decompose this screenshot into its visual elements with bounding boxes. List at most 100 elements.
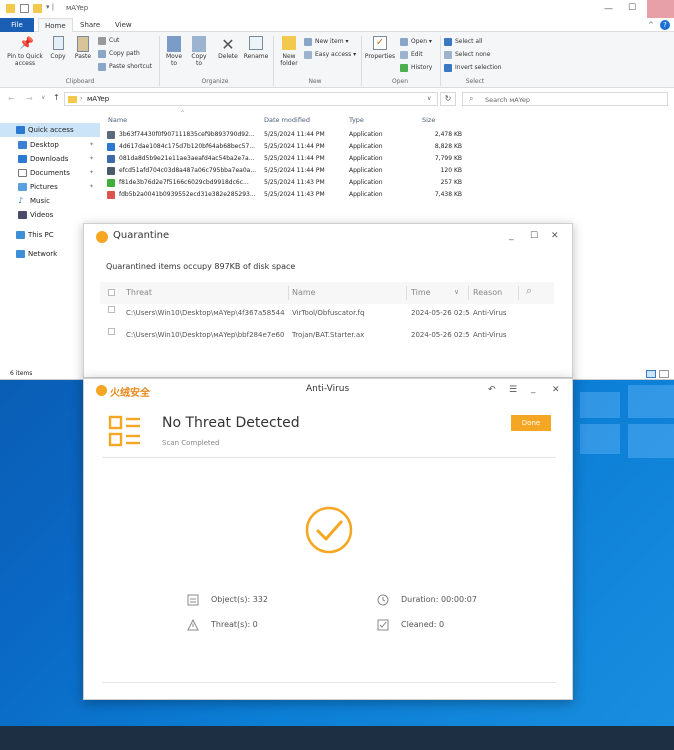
nav-network-label: Network	[28, 250, 58, 258]
item-count: 6 items	[10, 370, 33, 377]
select-all-label: Select all	[455, 38, 483, 45]
column-reason-header[interactable]: Reason	[473, 288, 502, 297]
expand-ribbon-icon[interactable]: ^	[648, 21, 654, 29]
easy-access-button[interactable]: Easy access ▾	[304, 49, 356, 60]
pin-quick-access-button[interactable]: 📌 Pin to Quick access	[4, 36, 46, 67]
ribbon-separator	[361, 36, 362, 86]
nav-pictures[interactable]: Pictures ✦	[0, 180, 100, 194]
open-button[interactable]: Open ▾	[400, 36, 432, 47]
address-field[interactable]: › мАYep ∨	[64, 92, 438, 106]
ribbon-separator	[440, 36, 441, 86]
file-type: Application	[349, 131, 383, 138]
quarantine-row[interactable]: C:\Users\Win10\Desktop\мАYep\bbf284e7e60…	[104, 328, 554, 342]
back-icon[interactable]: ↶	[488, 384, 496, 396]
tab-home[interactable]: Home	[38, 18, 73, 32]
file-row[interactable]: f81de3b76d2e7f5166c6029cbd9918dc6c... 5/2…	[106, 177, 472, 189]
row-checkbox[interactable]	[108, 328, 115, 335]
select-all-checkbox[interactable]	[108, 289, 115, 296]
nav-quick-access[interactable]: Quick access	[0, 123, 100, 137]
file-type: Application	[349, 143, 383, 150]
up-arrow-icon[interactable]: ↑	[53, 93, 60, 102]
recent-dropdown-icon[interactable]: ∨	[41, 94, 45, 101]
copy-path-button[interactable]: Copy path	[98, 48, 140, 59]
divider	[102, 457, 556, 458]
large-icons-view-icon[interactable]	[659, 370, 669, 378]
minimize-icon[interactable]: _	[531, 383, 536, 395]
new-folder-icon[interactable]	[33, 4, 42, 13]
cut-button[interactable]: Cut	[98, 35, 119, 46]
invert-selection-button[interactable]: Invert selection	[444, 62, 502, 73]
windows-logo-pane	[628, 385, 674, 418]
details-view-icon[interactable]	[646, 370, 656, 378]
column-name-header[interactable]: Name	[292, 288, 316, 297]
properties-icon[interactable]	[20, 4, 29, 13]
column-threat-header[interactable]: Threat	[126, 288, 152, 297]
maximize-icon[interactable]: ☐	[628, 2, 636, 14]
quarantine-row[interactable]: C:\Users\Win10\Desktop\мАYep\4f367a58544…	[104, 306, 554, 320]
file-size: 7,438 KB	[434, 191, 462, 198]
done-button[interactable]: Done	[511, 415, 551, 431]
edit-button[interactable]: Edit	[400, 49, 423, 60]
select-all-button[interactable]: Select all	[444, 36, 482, 47]
help-icon[interactable]: ?	[660, 20, 670, 30]
forward-arrow-icon[interactable]: →	[26, 94, 33, 103]
close-button[interactable]	[647, 0, 674, 18]
search-field[interactable]: ⌕ Search мАYep	[462, 92, 668, 106]
file-row[interactable]: fdb5b2a0041b0939552ecd31e382e285293... 5/…	[106, 189, 472, 201]
maximize-icon[interactable]: ☐	[530, 230, 538, 242]
file-date: 5/25/2024 11:44 PM	[264, 155, 325, 162]
tab-view[interactable]: View	[109, 18, 138, 32]
select-none-icon	[444, 51, 452, 59]
address-dropdown-icon[interactable]: ∨	[427, 95, 431, 102]
menu-icon[interactable]: ☰	[509, 384, 517, 396]
close-icon[interactable]: ✕	[551, 230, 559, 242]
column-divider	[288, 286, 289, 300]
windows-logo-pane	[580, 424, 620, 454]
application-icon	[107, 131, 115, 139]
new-item-button[interactable]: New item ▾	[304, 36, 348, 47]
rename-button[interactable]: Rename	[242, 36, 270, 60]
folder-icon	[68, 96, 77, 103]
copy-button[interactable]: Copy	[48, 36, 68, 60]
sort-dropdown-icon[interactable]: ∨	[454, 288, 459, 296]
customize-toolbar-icon[interactable]: ▾ |	[46, 3, 54, 11]
copy-path-label: Copy path	[109, 50, 140, 57]
properties-button[interactable]: ✓ Properties	[364, 36, 396, 60]
refresh-icon[interactable]: ↻	[440, 92, 456, 106]
tab-file[interactable]: File	[0, 18, 34, 32]
nav-desktop[interactable]: Desktop ✦	[0, 138, 100, 152]
move-to-button[interactable]: Move to	[163, 36, 185, 67]
minimize-icon[interactable]: —	[604, 3, 613, 15]
file-row[interactable]: efcd51afd704c03d8a487a06c795bba7ea0a... 5…	[106, 165, 472, 177]
column-name-header[interactable]: Name	[108, 116, 127, 124]
nav-documents[interactable]: Documents ✦	[0, 166, 100, 180]
column-size-header[interactable]: Size	[422, 116, 435, 124]
taskbar[interactable]	[0, 726, 674, 750]
minimize-icon[interactable]: _	[509, 230, 514, 242]
new-folder-button[interactable]: New folder	[276, 36, 302, 67]
copy-to-button[interactable]: Copy to	[188, 36, 210, 67]
delete-button[interactable]: ✕ Delete	[216, 36, 240, 60]
select-none-button[interactable]: Select none	[444, 49, 490, 60]
column-date-header[interactable]: Date modified	[264, 116, 310, 124]
breadcrumb-current[interactable]: мАYep	[87, 95, 109, 103]
search-placeholder: Search мАYep	[485, 96, 530, 104]
nav-music[interactable]: ♪ Music	[0, 194, 100, 208]
threat-reason: Anti-Virus	[473, 309, 507, 317]
paste-shortcut-button[interactable]: Paste shortcut	[98, 61, 152, 72]
close-icon[interactable]: ✕	[552, 384, 560, 396]
history-button[interactable]: History	[400, 62, 432, 73]
file-row[interactable]: 4d617dae1084c175d7b120bf64ab68bec57... 5/…	[106, 141, 472, 153]
back-arrow-icon[interactable]: ←	[8, 94, 15, 103]
row-checkbox[interactable]	[108, 306, 115, 313]
file-row[interactable]: 081da8d5b9e21e11ae3aeafd4ac54ba2e7a... 5/…	[106, 153, 472, 165]
column-type-header[interactable]: Type	[349, 116, 364, 124]
nav-videos[interactable]: Videos	[0, 208, 100, 222]
file-row[interactable]: 3b63f74430f0f907111835cef9b893790d92... 5…	[106, 129, 472, 141]
file-size: 8,828 KB	[434, 143, 462, 150]
nav-downloads[interactable]: Downloads ✦	[0, 152, 100, 166]
column-time-header[interactable]: Time	[411, 288, 431, 297]
paste-button[interactable]: Paste	[72, 36, 94, 60]
tab-share[interactable]: Share	[74, 18, 106, 32]
search-icon[interactable]: ⌕	[526, 284, 532, 298]
